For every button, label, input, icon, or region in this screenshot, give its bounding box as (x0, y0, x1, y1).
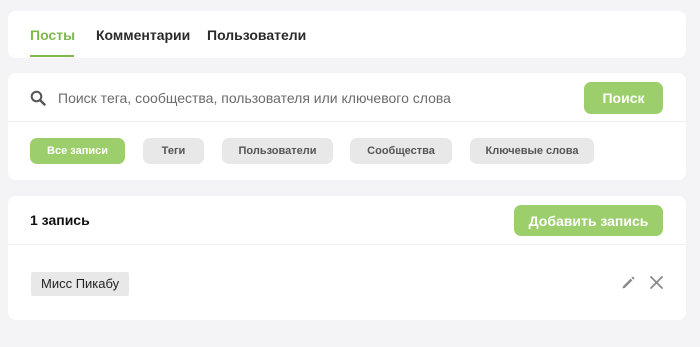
pencil-icon[interactable] (621, 276, 635, 290)
add-post-button[interactable]: Добавить запись (514, 205, 663, 236)
search-icon (30, 90, 46, 106)
search-panel: Поиск Все записи Теги Пользователи Сообщ… (8, 73, 686, 180)
tab-posts[interactable]: Посты (30, 27, 75, 43)
search-button[interactable]: Поиск (584, 82, 663, 114)
active-tab-indicator (30, 55, 74, 57)
search-input[interactable] (58, 87, 578, 109)
posts-count: 1 запись (30, 212, 90, 228)
posts-panel: 1 запись Добавить запись Мисс Пикабу (8, 196, 686, 320)
divider (8, 121, 686, 122)
tabs-bar: Посты Комментарии Пользователи (8, 11, 686, 58)
filter-users[interactable]: Пользователи (222, 138, 333, 164)
filter-keywords[interactable]: Ключевые слова (470, 138, 594, 164)
post-tag[interactable]: Мисс Пикабу (31, 272, 130, 296)
filter-all-posts[interactable]: Все записи (30, 138, 125, 164)
tab-comments[interactable]: Комментарии (96, 27, 190, 43)
close-icon[interactable] (649, 275, 664, 290)
filter-communities[interactable]: Сообщества (350, 138, 452, 164)
divider (8, 244, 686, 245)
filter-tags[interactable]: Теги (143, 138, 204, 164)
tab-users[interactable]: Пользователи (207, 27, 306, 43)
